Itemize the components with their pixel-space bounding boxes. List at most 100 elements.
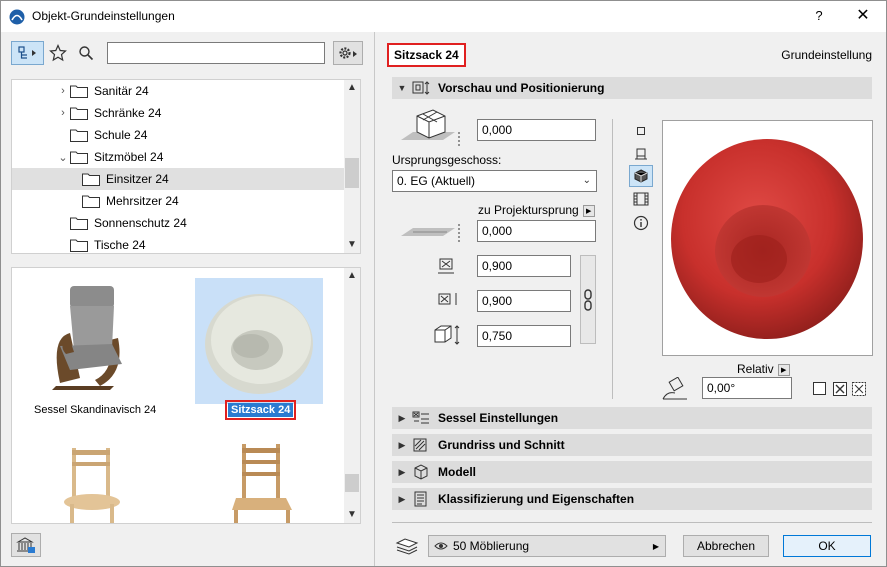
triangle-right-icon: ▶ [398,466,406,477]
library-tree-icon [17,46,36,59]
section-preview-positioning[interactable]: ▼ Vorschau und Positionierung [392,77,872,99]
project-zero-label[interactable]: zu Projektursprung ▶ [478,203,595,217]
title-bar: Objekt-Grundeinstellungen ? ✕ [1,1,886,32]
depth-field[interactable]: 0,900 [477,290,571,312]
chain-link-icon [584,288,592,311]
search-button[interactable] [75,41,97,65]
section-floorplan-section[interactable]: ▶ Grundriss und Schnitt [392,434,872,456]
layers-icon [395,538,419,555]
tree-item-tische[interactable]: Tische 24 [12,234,345,253]
mirror-xy-toggle-icon[interactable] [852,382,866,396]
proportion-lock-button[interactable] [580,255,596,344]
height-field[interactable]: 0,750 [477,325,571,347]
info-button[interactable] [629,212,653,234]
chevron-right-icon[interactable]: › [56,85,70,97]
tree-item-label: Einsitzer 24 [106,172,169,186]
tree-item-mehrsitzer[interactable]: Mehrsitzer 24 [12,190,345,212]
triangle-right-icon[interactable]: ▶ [582,204,595,217]
origin-story-dropdown[interactable]: 0. EG (Aktuell) ⌄ [392,170,597,192]
project-zero-text: zu Projektursprung [478,203,579,217]
scroll-up-icon[interactable]: ▲ [344,80,360,96]
tree-item-sanitaer[interactable]: › Sanitär 24 [12,80,345,102]
object-name-title: Sitzsack 24 [387,43,466,67]
layer-value: 50 Möblierung [453,539,530,553]
scroll-thumb[interactable] [345,474,359,492]
view-render-button[interactable] [629,188,653,210]
ok-button[interactable]: OK [783,535,871,557]
chevron-down-icon: ⌄ [582,175,591,186]
section-chair-settings[interactable]: ▶ Sessel Einstellungen [392,407,872,429]
elevation-project-field[interactable]: 0,000 [477,220,596,242]
origin-story-label: Ursprungsgeschoss: [392,153,502,167]
mirror-none-checkbox[interactable] [813,382,826,395]
section-model[interactable]: ▶ Modell [392,461,872,483]
gallery-scrollbar[interactable]: ▲ ▼ [344,268,360,523]
tree-item-einsitzer[interactable]: Einsitzer 24 [12,168,345,190]
library-view-button[interactable] [11,41,44,65]
library-manager-button[interactable] [11,533,41,557]
library-folder-tree: › Sanitär 24 › Schränke 24 Schule 24 ⌄ S… [11,79,361,254]
floorplan-view-icon [637,127,645,135]
height-icon [434,325,460,345]
library-panel: › Sanitär 24 › Schränke 24 Schule 24 ⌄ S… [1,32,373,566]
triangle-right-icon: ▶ [398,493,406,504]
help-button[interactable]: ? [804,5,834,27]
relative-text: Relativ [737,362,774,376]
tree-item-sitzmoebel[interactable]: ⌄ Sitzmöbel 24 [12,146,345,168]
object-gallery: Sessel Skandinavisch 24 Sitzsack 24 ▲ ▼ [11,267,361,524]
folder-icon [70,107,88,120]
tree-item-sonnenschutz[interactable]: Sonnenschutz 24 [12,212,345,234]
folder-icon [70,129,88,142]
scroll-up-icon[interactable]: ▲ [344,268,360,284]
thumb-wooden-chair-2[interactable] [222,438,302,524]
close-button[interactable]: ✕ [848,5,878,27]
folder-icon [82,195,100,208]
scroll-down-icon[interactable]: ▼ [344,237,360,253]
section-classification[interactable]: ▶ Klassifizierung und Eigenschaften [392,488,872,510]
favorites-button[interactable] [47,41,69,65]
library-settings-button[interactable] [333,41,363,65]
section-title: Grundriss und Schnitt [438,438,565,452]
info-icon [633,215,649,231]
chevron-right-icon[interactable]: › [56,107,70,119]
folder-open-icon [82,173,100,186]
triangle-right-icon[interactable]: ▶ [777,363,790,376]
triangle-right-icon: ▶ [398,439,406,450]
tree-item-schule[interactable]: Schule 24 [12,124,345,146]
cancel-button[interactable]: Abbrechen [683,535,769,557]
chevron-down-icon[interactable]: ⌄ [56,151,70,164]
elevation-story-field[interactable]: 0,000 [477,119,596,141]
gallery-item-label[interactable]: Sessel Skandinavisch 24 [34,404,156,416]
view-floorplan-button[interactable] [629,120,653,142]
scroll-thumb[interactable] [345,158,359,188]
rotation-field[interactable]: 0,00° [702,377,792,399]
side-view-icon [635,148,647,160]
default-settings-label: Grundeinstellung [781,48,872,62]
thumb-sitzsack-selected[interactable] [195,278,323,404]
section-title: Modell [438,465,476,479]
tree-item-schraenke[interactable]: › Schränke 24 [12,102,345,124]
view-3d-button[interactable] [629,165,653,187]
search-input[interactable] [107,42,325,64]
library-toolbar [11,41,366,65]
thumb-wooden-chair-1[interactable] [52,438,132,524]
origin-story-value: 0. EG (Aktuell) [397,174,476,188]
3d-cube-icon [634,169,648,183]
library-icon [16,537,35,553]
folder-icon [70,151,88,164]
tree-item-label: Sonnenschutz 24 [94,216,187,230]
gallery-item-label-selected[interactable]: Sitzsack 24 [224,400,297,420]
folder-icon [70,217,88,230]
width-field[interactable]: 0,900 [477,255,571,277]
model-cube-icon [414,464,428,480]
view-side-button[interactable] [629,143,653,165]
thumb-sessel-skandinavisch[interactable] [30,278,140,398]
layer-dropdown[interactable]: 50 Möblierung ▶ [428,535,666,557]
elevation-story-icon [401,109,460,146]
tree-scrollbar[interactable]: ▲ ▼ [344,80,360,253]
scroll-down-icon[interactable]: ▼ [344,507,360,523]
elevation-project-icon [401,224,460,242]
mirror-x-toggle-icon[interactable] [833,382,847,396]
preview-positioning-icon [412,81,430,95]
relative-label[interactable]: Relativ ▶ [737,362,790,376]
